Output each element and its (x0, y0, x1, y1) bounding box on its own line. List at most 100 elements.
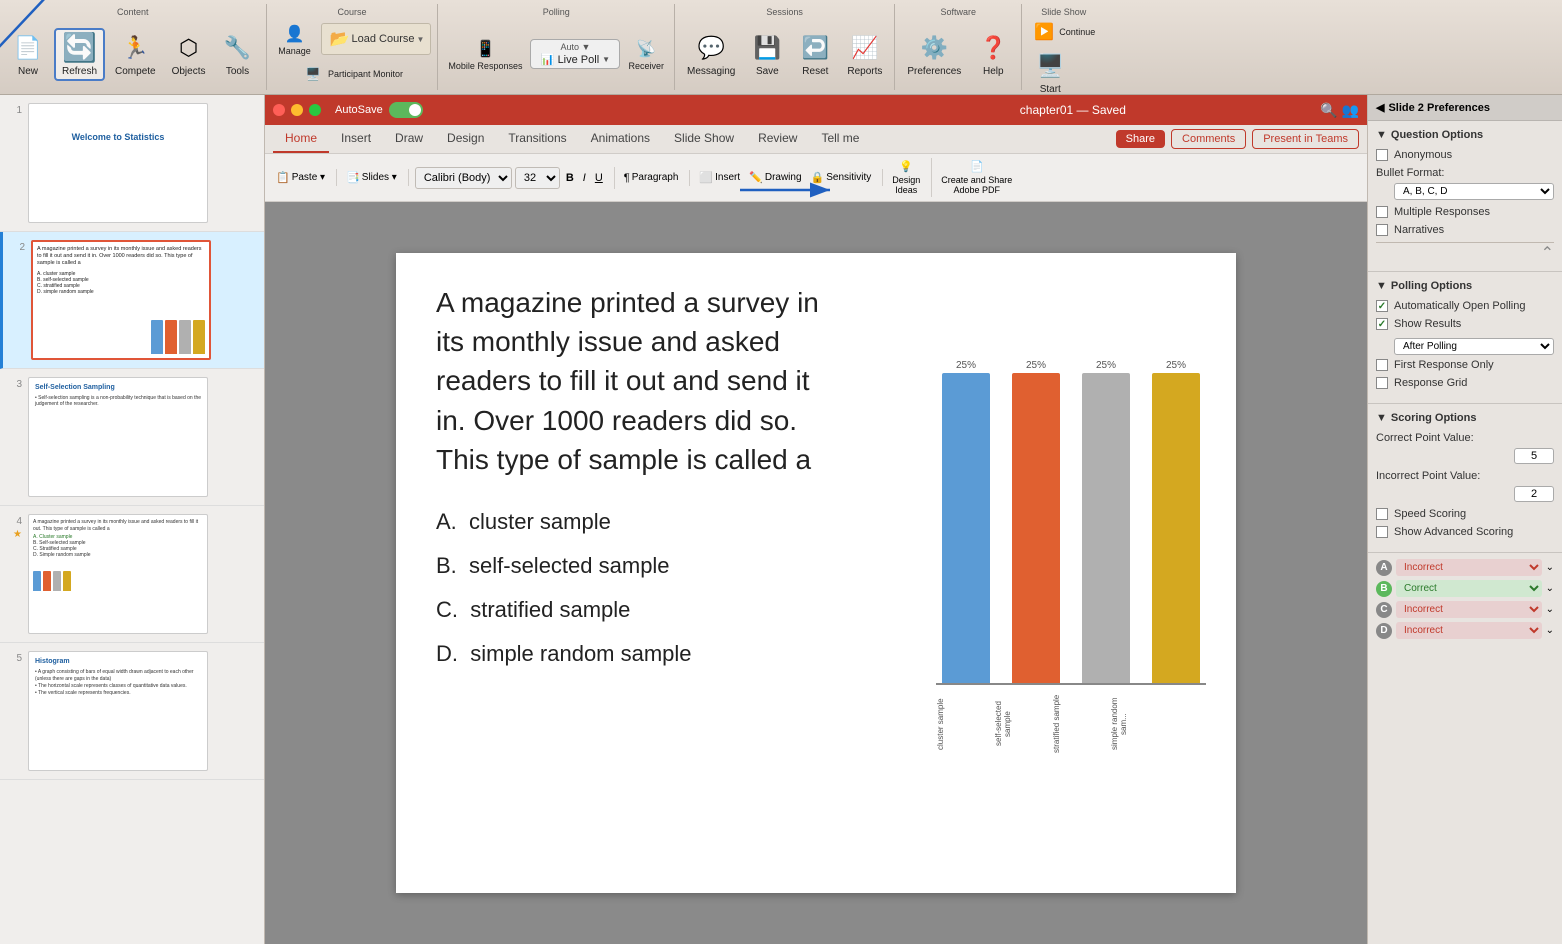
sensitivity-button[interactable]: 🔒Sensitivity (808, 169, 875, 186)
tab-animations[interactable]: Animations (579, 125, 662, 153)
receiver-label: Receiver (628, 61, 664, 71)
speed-scoring-checkbox[interactable] (1376, 508, 1388, 520)
show-advanced-scoring-checkbox[interactable] (1376, 526, 1388, 538)
reports-button[interactable]: 📈 Reports (841, 30, 888, 79)
create-share-adobe-button[interactable]: 📄Create and ShareAdobe PDF (938, 158, 1015, 197)
preferences-label: Preferences (907, 66, 961, 77)
paragraph-button[interactable]: ¶Paragraph (621, 170, 682, 186)
question-options-section: ▼ Question Options Anonymous Bullet Form… (1368, 121, 1562, 272)
comments-button[interactable]: Comments (1171, 129, 1246, 149)
start-icon: 🖥️ (1034, 50, 1066, 82)
toolbar-section-polling: Polling 📱 Mobile Responses Auto ▼ 📊 Live… (438, 4, 675, 90)
tab-transitions[interactable]: Transitions (496, 125, 578, 153)
slide-thumb-4[interactable]: 4 ★ A magazine printed a survey in its m… (0, 506, 264, 643)
response-grid-row[interactable]: Response Grid (1376, 377, 1554, 389)
anonymous-row[interactable]: Anonymous (1376, 149, 1554, 161)
answer-c-arrow[interactable]: ⌄ (1546, 604, 1554, 615)
tab-draw[interactable]: Draw (383, 125, 435, 153)
first-response-only-row[interactable]: First Response Only (1376, 359, 1554, 371)
incorrect-point-value[interactable] (1514, 486, 1554, 502)
chart-bar-b: 25% (1006, 360, 1066, 683)
answer-key-row-d: D Incorrect Correct ⌄ (1376, 622, 1554, 639)
answer-b-arrow[interactable]: ⌄ (1546, 583, 1554, 594)
tab-home[interactable]: Home (273, 125, 329, 153)
tab-review[interactable]: Review (746, 125, 809, 153)
show-results-when-select[interactable]: After Polling During Polling Never (1394, 338, 1554, 355)
show-results-checkbox[interactable]: ✓ (1376, 318, 1388, 330)
answer-d-arrow[interactable]: ⌄ (1546, 625, 1554, 636)
messaging-button[interactable]: 💬 Messaging (681, 30, 741, 79)
polling-options-title: ▼ Polling Options (1376, 280, 1554, 292)
tab-tell-me[interactable]: Tell me (809, 125, 871, 153)
show-results-label: Show Results (1394, 318, 1461, 330)
italic-button[interactable]: I (580, 170, 589, 186)
continue-button[interactable]: ▶️ Continue (1028, 18, 1099, 46)
participant-monitor-button[interactable]: 🖥️ Participant Monitor (297, 60, 407, 88)
drawing-button[interactable]: ✏️Drawing (746, 169, 804, 186)
autosave-toggle[interactable] (389, 102, 423, 118)
first-response-only-checkbox[interactable] (1376, 359, 1388, 371)
save-button[interactable]: 💾 Save (745, 30, 789, 79)
font-size-select[interactable]: 32 (515, 167, 560, 189)
help-button[interactable]: ❓ Help (971, 30, 1015, 79)
bold-button[interactable]: B (563, 170, 577, 186)
auto-open-polling-row[interactable]: ✓ Automatically Open Polling (1376, 300, 1554, 312)
new-button[interactable]: 📄 New (6, 30, 50, 79)
share-people-icon[interactable]: 👥 (1342, 102, 1359, 119)
maximize-button[interactable] (309, 104, 321, 116)
receiver-button[interactable]: 📡 Receiver (624, 35, 668, 73)
present-button[interactable]: Present in Teams (1252, 129, 1359, 149)
paste-button[interactable]: 📋Paste ▾ (273, 169, 328, 186)
speed-scoring-row[interactable]: Speed Scoring (1376, 508, 1554, 520)
mobile-responses-button[interactable]: 📱 Mobile Responses (444, 35, 526, 73)
answer-c-select[interactable]: Incorrect Correct (1396, 601, 1542, 618)
response-grid-checkbox[interactable] (1376, 377, 1388, 389)
start-button[interactable]: 🖥️ Start (1028, 48, 1072, 97)
objects-button[interactable]: ⬡ Objects (166, 30, 212, 79)
anonymous-checkbox[interactable] (1376, 149, 1388, 161)
search-icon[interactable]: 🔍 (1320, 102, 1337, 119)
underline-button[interactable]: U (592, 170, 606, 186)
preferences-button[interactable]: ⚙️ Preferences (901, 30, 967, 79)
multiple-responses-checkbox[interactable] (1376, 206, 1388, 218)
main-container: 1 Welcome to Statistics 2 A magazine pri… (0, 95, 1562, 944)
tab-design[interactable]: Design (435, 125, 496, 153)
slide-thumb-3[interactable]: 3 Self-Selection Sampling • Self-selecti… (0, 369, 264, 506)
show-advanced-scoring-row[interactable]: Show Advanced Scoring (1376, 526, 1554, 538)
show-results-row[interactable]: ✓ Show Results (1376, 318, 1554, 330)
answer-d-select[interactable]: Incorrect Correct (1396, 622, 1542, 639)
answer-a-arrow[interactable]: ⌄ (1546, 562, 1554, 573)
live-poll-dropdown[interactable]: Auto ▼ 📊 Live Poll ▼ (530, 39, 620, 69)
load-course-button[interactable]: 📂 Load Course ▼ (321, 23, 432, 55)
slide-thumb-2[interactable]: 2 A magazine printed a survey in its mon… (0, 232, 264, 369)
minimize-button[interactable] (291, 104, 303, 116)
answer-a-select[interactable]: Incorrect Correct (1396, 559, 1542, 576)
narratives-row[interactable]: Narratives (1376, 224, 1554, 236)
slide-panel: 1 Welcome to Statistics 2 A magazine pri… (0, 95, 265, 944)
tab-insert[interactable]: Insert (329, 125, 383, 153)
answer-b-select[interactable]: Incorrect Correct (1396, 580, 1542, 597)
slide-thumb-5[interactable]: 5 Histogram • A graph consisting of bars… (0, 643, 264, 780)
auto-open-polling-checkbox[interactable]: ✓ (1376, 300, 1388, 312)
font-name-select[interactable]: Calibri (Body) (415, 167, 512, 189)
slides-button[interactable]: 📑Slides ▾ (343, 169, 400, 186)
correct-point-value[interactable] (1514, 448, 1554, 464)
manage-button[interactable]: 👤 Manage (273, 20, 317, 58)
tools-button[interactable]: 🔧 Tools (216, 30, 260, 79)
design-ideas-button[interactable]: 💡DesignIdeas (889, 158, 923, 197)
reset-button[interactable]: ↩️ Reset (793, 30, 837, 79)
slide-thumb-1[interactable]: 1 Welcome to Statistics (0, 95, 264, 232)
section-label-polling: Polling (543, 7, 570, 17)
slide-preview-2: A magazine printed a survey in its month… (31, 240, 211, 360)
share-button[interactable]: Share (1116, 130, 1165, 148)
multiple-responses-row[interactable]: Multiple Responses (1376, 206, 1554, 218)
scroll-up-icon[interactable]: ⌃ (1376, 242, 1554, 263)
refresh-button[interactable]: 🔄 Refresh (54, 28, 105, 81)
insert-ribbon-button[interactable]: ⬜Insert (696, 169, 743, 186)
close-button[interactable] (273, 104, 285, 116)
chart-label-b: self-selected sample (994, 689, 1042, 759)
compete-button[interactable]: 🏃 Compete (109, 30, 162, 79)
tab-slide-show[interactable]: Slide Show (662, 125, 746, 153)
bullet-format-select[interactable]: A, B, C, D (1394, 183, 1554, 200)
narratives-checkbox[interactable] (1376, 224, 1388, 236)
